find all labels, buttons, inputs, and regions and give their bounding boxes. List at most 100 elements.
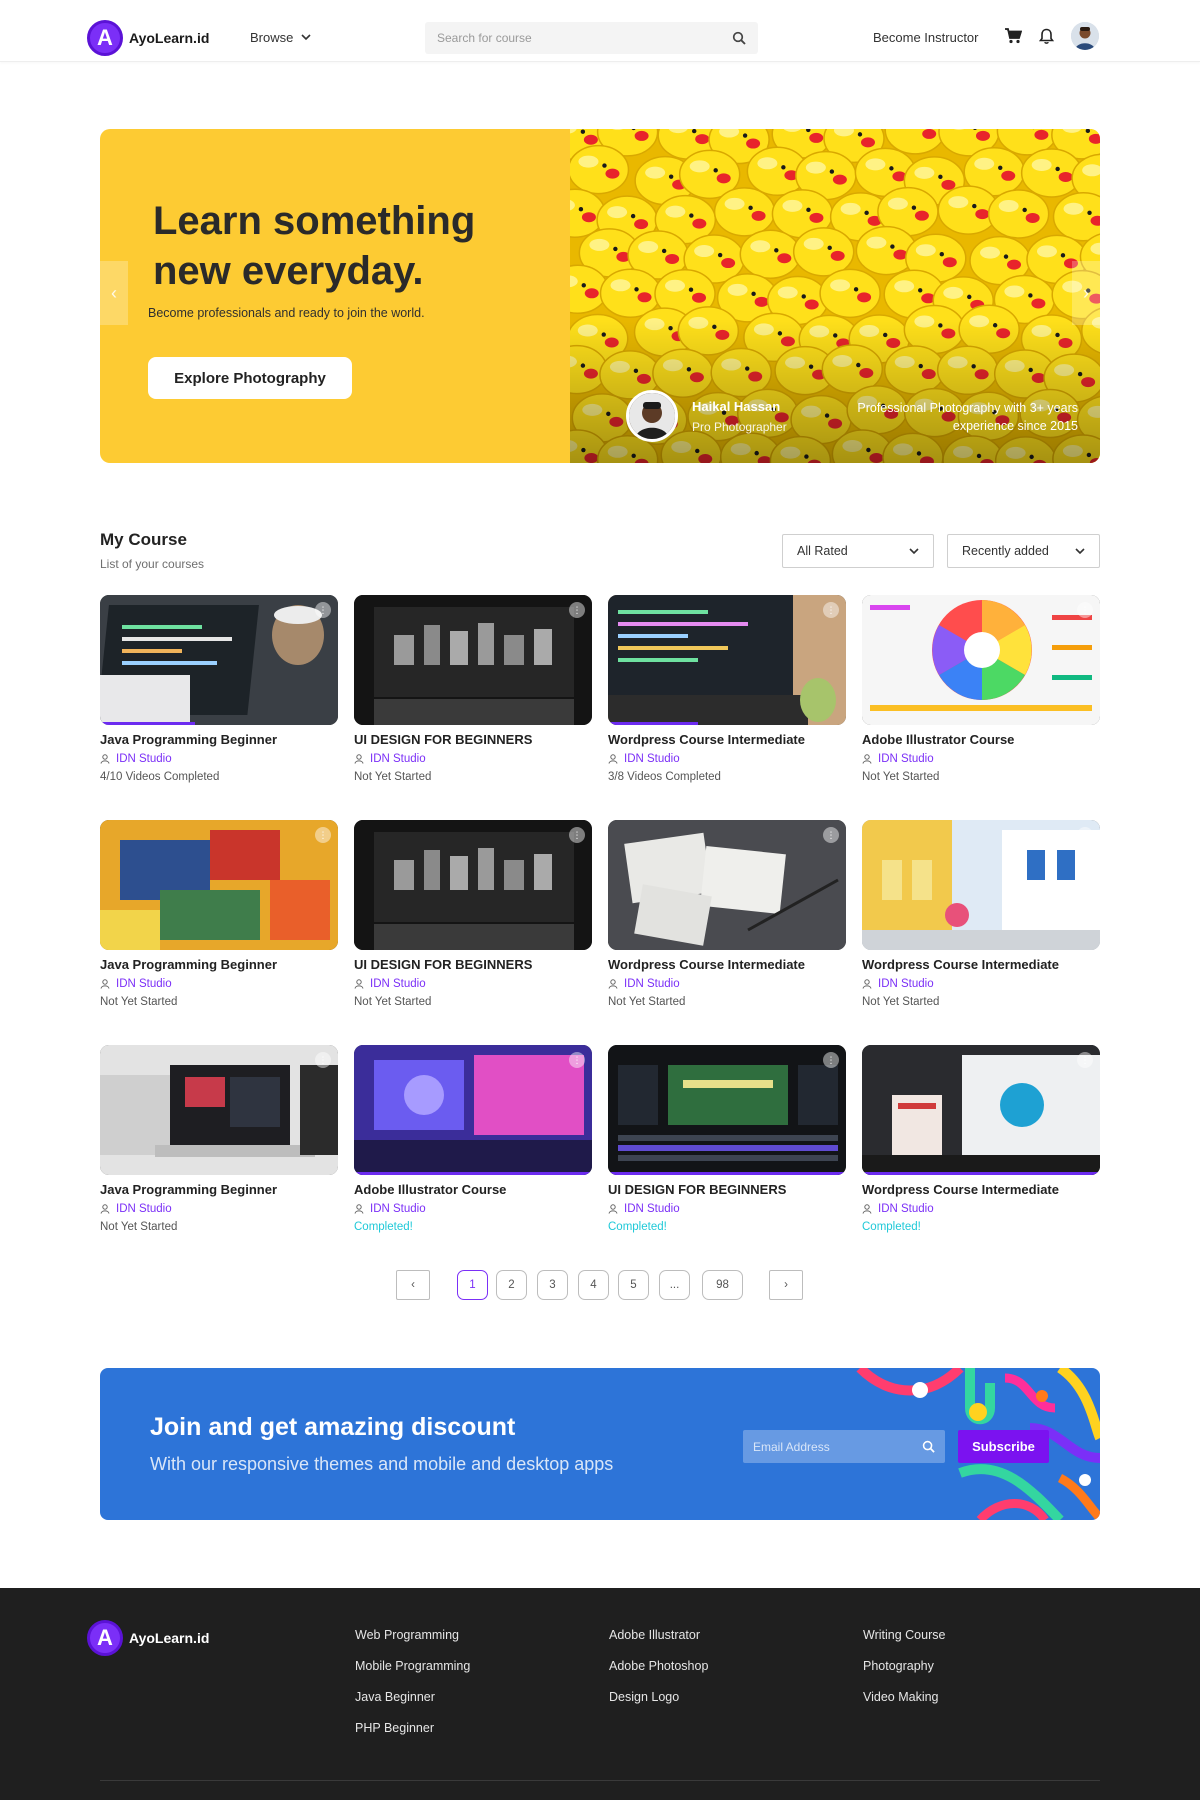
course-org-link[interactable]: IDN Studio — [862, 1203, 1100, 1215]
course-card[interactable]: ⋮ UI DESIGN FOR BEGINNERS IDN Studio Comple… — [608, 1045, 846, 1245]
course-org-link[interactable]: IDN Studio — [100, 1203, 338, 1215]
become-instructor-link[interactable]: Become Instructor — [873, 30, 979, 45]
more-options-icon[interactable]: ⋮ — [1077, 1052, 1093, 1068]
course-title: UI DESIGN FOR BEGINNERS — [608, 1182, 787, 1197]
pagination-page-button[interactable]: 2 — [496, 1270, 527, 1300]
pagination-page-button[interactable]: 4 — [578, 1270, 609, 1300]
footer-link[interactable]: PHP Beginner — [355, 1721, 470, 1735]
pagination-page-button[interactable]: 3 — [537, 1270, 568, 1300]
course-card[interactable]: ⋮ Java Programming Beginner IDN Studio Not … — [100, 820, 338, 1020]
course-org-link[interactable]: IDN Studio — [608, 753, 846, 765]
footer: A AyoLearn.id Web Programming Mobile Prog… — [0, 1588, 1200, 1800]
pagination-page-button[interactable]: 98 — [702, 1270, 743, 1300]
newsletter-decoration — [856, 1368, 1100, 1520]
course-status: Not Yet Started — [354, 771, 432, 783]
more-options-icon[interactable]: ⋮ — [1077, 602, 1093, 618]
bell-icon[interactable] — [1036, 26, 1056, 46]
course-thumbnail[interactable]: ⋮ — [862, 595, 1100, 725]
course-progress-bar — [354, 1172, 592, 1175]
course-org-link[interactable]: IDN Studio — [862, 753, 1100, 765]
course-org-link[interactable]: IDN Studio — [354, 978, 592, 990]
more-options-icon[interactable]: ⋮ — [569, 827, 585, 843]
subscribe-button[interactable]: Subscribe — [958, 1430, 1049, 1463]
course-card[interactable]: ⋮ UI DESIGN FOR BEGINNERS IDN Studio Not Ye… — [354, 820, 592, 1020]
more-options-icon[interactable]: ⋮ — [569, 1052, 585, 1068]
search-icon[interactable] — [732, 31, 746, 45]
carousel-next-arrow-icon[interactable]: › — [1072, 261, 1100, 325]
course-title: UI DESIGN FOR BEGINNERS — [354, 732, 533, 747]
footer-link[interactable]: Photography — [863, 1659, 945, 1673]
explore-photography-button[interactable]: Explore Photography — [148, 357, 352, 399]
more-options-icon[interactable]: ⋮ — [569, 602, 585, 618]
course-thumbnail[interactable]: ⋮ — [608, 595, 846, 725]
more-options-icon[interactable]: ⋮ — [315, 827, 331, 843]
course-thumbnail[interactable]: ⋮ — [100, 820, 338, 950]
course-org-name: IDN Studio — [878, 753, 934, 765]
course-progress-bar — [608, 1172, 846, 1175]
footer-link[interactable]: Adobe Illustrator — [609, 1628, 708, 1642]
newsletter-banner: Join and get amazing discount With our r… — [100, 1368, 1100, 1520]
course-thumbnail[interactable]: ⋮ — [354, 820, 592, 950]
course-thumbnail[interactable]: ⋮ — [100, 1045, 338, 1175]
brand-name: AyoLearn.id — [129, 30, 210, 46]
course-org-link[interactable]: IDN Studio — [100, 753, 338, 765]
course-card[interactable]: ⋮ Java Programming Beginner IDN Studio 4/10… — [100, 595, 338, 795]
course-org-link[interactable]: IDN Studio — [862, 978, 1100, 990]
pagination-next-button[interactable]: › — [769, 1270, 803, 1300]
course-thumbnail[interactable]: ⋮ — [862, 1045, 1100, 1175]
sort-select[interactable]: Recently added — [947, 534, 1100, 568]
course-thumbnail[interactable]: ⋮ — [354, 1045, 592, 1175]
more-options-icon[interactable]: ⋮ — [315, 1052, 331, 1068]
more-options-icon[interactable]: ⋮ — [823, 602, 839, 618]
search-input[interactable] — [437, 31, 732, 45]
course-title: Adobe Illustrator Course — [354, 1182, 507, 1197]
course-thumbnail[interactable]: ⋮ — [354, 595, 592, 725]
carousel-prev-arrow-icon[interactable]: ‹ — [100, 261, 128, 325]
more-options-icon[interactable]: ⋮ — [315, 602, 331, 618]
footer-link[interactable]: Design Logo — [609, 1690, 708, 1704]
avatar[interactable] — [1071, 22, 1099, 50]
footer-link[interactable]: Video Making — [863, 1690, 945, 1704]
brand-logo[interactable]: A AyoLearn.id — [87, 20, 209, 56]
course-title: Wordpress Course Intermediate — [862, 957, 1059, 972]
course-card[interactable]: ⋮ UI DESIGN FOR BEGINNERS IDN Studio Not Ye… — [354, 595, 592, 795]
course-org-link[interactable]: IDN Studio — [100, 978, 338, 990]
rating-filter-select[interactable]: All Rated — [782, 534, 934, 568]
course-card[interactable]: ⋮ Wordpress Course Intermediate IDN Studio… — [862, 820, 1100, 1020]
course-org-link[interactable]: IDN Studio — [608, 978, 846, 990]
footer-link[interactable]: Adobe Photoshop — [609, 1659, 708, 1673]
course-card[interactable]: ⋮ Wordpress Course Intermediate IDN Studio… — [608, 595, 846, 795]
more-options-icon[interactable]: ⋮ — [823, 1052, 839, 1068]
user-icon — [608, 1204, 618, 1214]
pagination-page-button[interactable]: ... — [659, 1270, 690, 1300]
footer-divider — [100, 1780, 1100, 1781]
course-thumbnail[interactable]: ⋮ — [608, 1045, 846, 1175]
course-card[interactable]: ⋮ Adobe Illustrator Course IDN Studio Compl… — [354, 1045, 592, 1245]
footer-link[interactable]: Writing Course — [863, 1628, 945, 1642]
pagination-page-button[interactable]: 1 — [457, 1270, 488, 1300]
footer-link[interactable]: Mobile Programming — [355, 1659, 470, 1673]
footer-link[interactable]: Web Programming — [355, 1628, 470, 1642]
course-thumbnail[interactable]: ⋮ — [100, 595, 338, 725]
email-field[interactable] — [753, 1439, 922, 1454]
more-options-icon[interactable]: ⋮ — [823, 827, 839, 843]
pagination-page-button[interactable]: 5 — [618, 1270, 649, 1300]
course-card[interactable]: ⋮ Wordpress Course Intermediate IDN Studio… — [862, 1045, 1100, 1245]
course-card[interactable]: ⋮ Wordpress Course Intermediate IDN Studio… — [608, 820, 846, 1020]
course-thumbnail[interactable]: ⋮ — [862, 820, 1100, 950]
course-org-link[interactable]: IDN Studio — [354, 1203, 592, 1215]
course-progress-bar — [608, 722, 699, 725]
browse-menu[interactable]: Browse — [250, 30, 311, 45]
more-options-icon[interactable]: ⋮ — [1077, 827, 1093, 843]
course-status: Not Yet Started — [100, 1221, 178, 1233]
course-card[interactable]: ⋮ Java Programming Beginner IDN Studio Not … — [100, 1045, 338, 1245]
course-org-link[interactable]: IDN Studio — [608, 1203, 846, 1215]
footer-brand-logo[interactable]: A AyoLearn.id — [87, 1620, 209, 1656]
course-org-link[interactable]: IDN Studio — [354, 753, 592, 765]
course-title: Java Programming Beginner — [100, 957, 277, 972]
course-card[interactable]: ⋮ Adobe Illustrator Course IDN Studio Not Y… — [862, 595, 1100, 795]
cart-icon[interactable] — [1003, 26, 1023, 46]
footer-link[interactable]: Java Beginner — [355, 1690, 470, 1704]
course-thumbnail[interactable]: ⋮ — [608, 820, 846, 950]
pagination-prev-button[interactable]: ‹ — [396, 1270, 430, 1300]
